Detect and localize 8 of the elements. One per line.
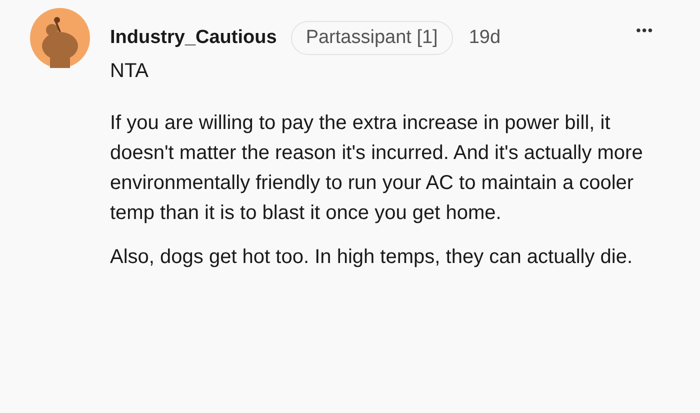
comment-paragraph: NTA [110,59,149,84]
user-flair: Partassipant [1] [290,20,453,56]
comment-paragraph: Also, dogs get hot too. In high temps, they can actually die. [110,245,633,270]
more-options-button[interactable]: ••• [636,20,654,41]
timestamp: 19d [468,26,501,50]
comment-paragraph: If you are willing to pay the extra increase in power bill, it doesn't matter the reason it's incurred. And it's actually more environmentally friendly to run your AC to maintain a cooler temp than it is to blast it once you get home. [110,111,644,226]
avatar-icon [30,8,90,68]
username[interactable]: Industry_Cautious [110,24,277,52]
